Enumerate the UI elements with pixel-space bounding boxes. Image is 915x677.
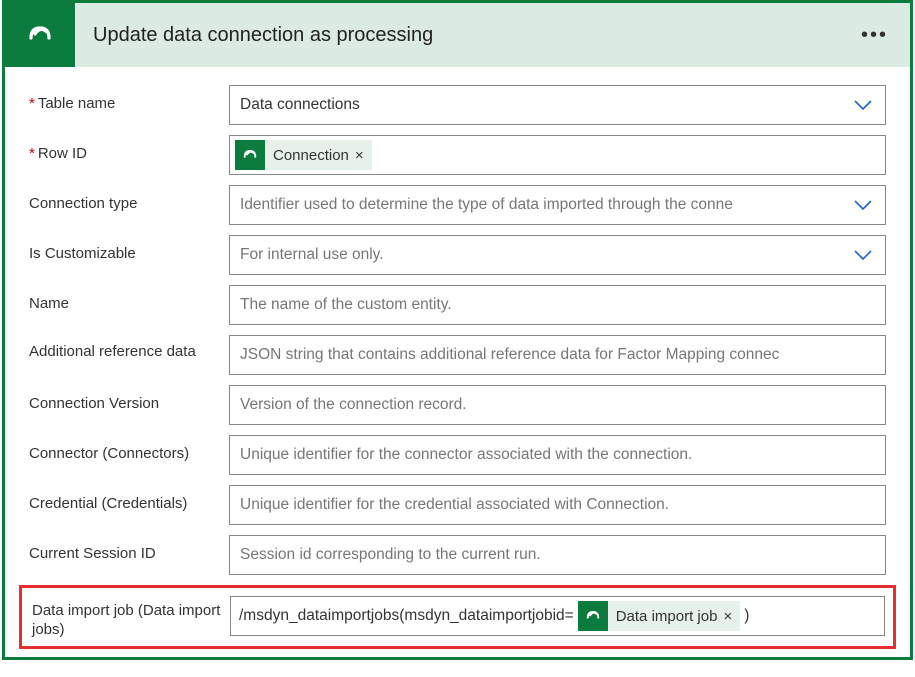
name-input[interactable]: The name of the custom entity. [229, 285, 886, 325]
label-connection-type: Connection type [29, 185, 229, 214]
label-connector: Connector (Connectors) [29, 435, 229, 464]
label-current-session: Current Session ID [29, 535, 229, 564]
label-connection-version: Connection Version [29, 385, 229, 414]
token-remove-icon[interactable]: × [723, 608, 732, 625]
row-connection-type: Connection type Identifier used to deter… [29, 185, 886, 225]
data-import-job-input[interactable]: /msdyn_dataimportjobs(msdyn_dataimportjo… [230, 596, 885, 636]
label-is-customizable: Is Customizable [29, 235, 229, 264]
dataverse-icon [235, 140, 265, 170]
chevron-down-icon [851, 198, 875, 212]
row-current-session: Current Session ID Session id correspond… [29, 535, 886, 575]
more-menu-button[interactable]: ••• [859, 18, 890, 53]
label-row-id: *Row ID [29, 135, 229, 164]
is-customizable-dropdown[interactable]: For internal use only. [229, 235, 886, 275]
row-is-customizable: Is Customizable For internal use only. [29, 235, 886, 275]
row-id-input[interactable]: Connection × [229, 135, 886, 175]
row-data-import-job: Data import job (Data import jobs) /msdy… [19, 585, 896, 649]
row-additional-ref: Additional reference data JSON string th… [29, 335, 886, 375]
row-connector: Connector (Connectors) Unique identifier… [29, 435, 886, 475]
token-remove-icon[interactable]: × [355, 147, 364, 164]
label-credential: Credential (Credentials) [29, 485, 229, 514]
card-header: Update data connection as processing ••• [5, 3, 910, 67]
card-title: Update data connection as processing [75, 24, 859, 47]
table-name-dropdown[interactable]: Data connections [229, 85, 886, 125]
additional-ref-input[interactable]: JSON string that contains additional ref… [229, 335, 886, 375]
connector-input[interactable]: Unique identifier for the connector asso… [229, 435, 886, 475]
label-data-import-job: Data import job (Data import jobs) [30, 596, 230, 640]
row-row-id: *Row ID Connection × [29, 135, 886, 175]
form-body: *Table name Data connections *Row ID [5, 67, 910, 657]
label-table-name: *Table name [29, 85, 229, 114]
token-connection[interactable]: Connection × [235, 140, 372, 170]
row-connection-version: Connection Version Version of the connec… [29, 385, 886, 425]
dataverse-icon [5, 3, 75, 67]
row-table-name: *Table name Data connections [29, 85, 886, 125]
connection-version-input[interactable]: Version of the connection record. [229, 385, 886, 425]
credential-input[interactable]: Unique identifier for the credential ass… [229, 485, 886, 525]
chevron-down-icon [851, 98, 875, 112]
row-credential: Credential (Credentials) Unique identifi… [29, 485, 886, 525]
chevron-down-icon [851, 248, 875, 262]
label-name: Name [29, 285, 229, 314]
current-session-input[interactable]: Session id corresponding to the current … [229, 535, 886, 575]
connection-type-dropdown[interactable]: Identifier used to determine the type of… [229, 185, 886, 225]
action-card: Update data connection as processing •••… [2, 0, 913, 660]
label-additional-ref: Additional reference data [29, 335, 229, 362]
dataverse-icon [578, 601, 608, 631]
token-data-import-job[interactable]: Data import job × [578, 601, 740, 631]
row-name: Name The name of the custom entity. [29, 285, 886, 325]
